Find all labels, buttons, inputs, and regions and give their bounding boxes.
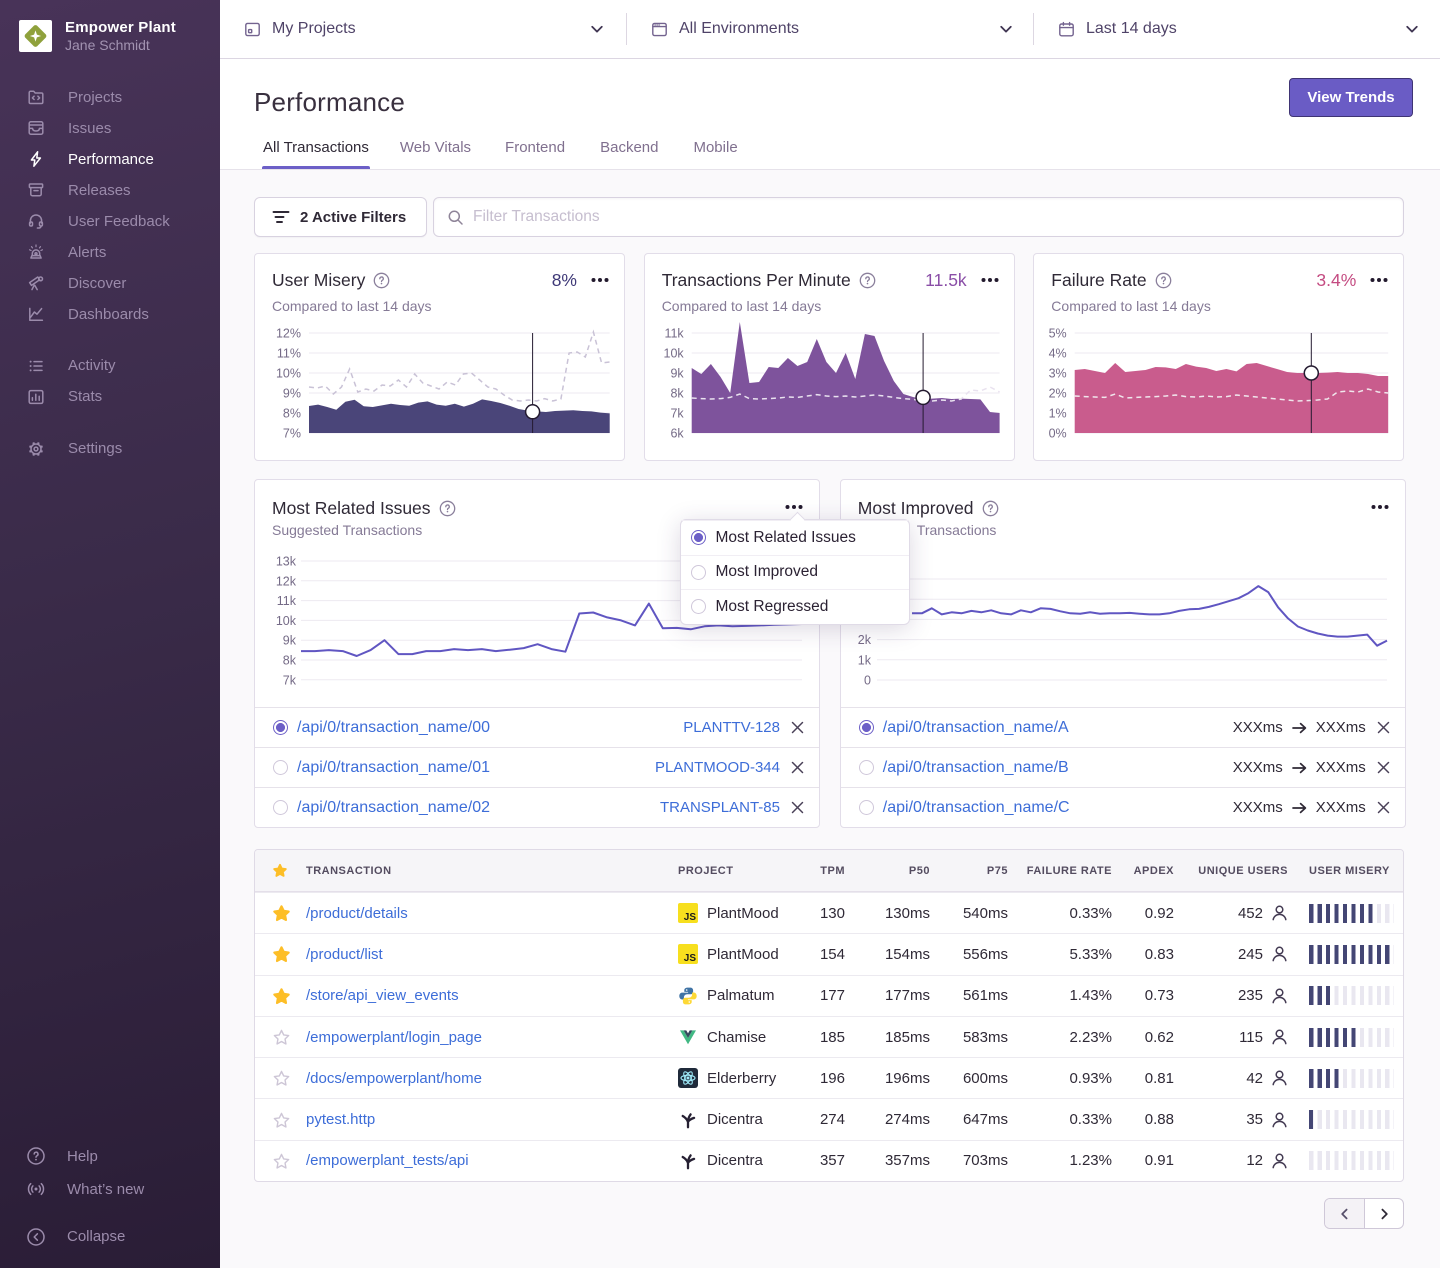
svg-text:3%: 3% [1049,367,1067,381]
svg-text:JS: JS [684,912,697,923]
svg-text:0%: 0% [1049,427,1067,441]
svg-text:1%: 1% [1049,407,1067,421]
svg-text:9k: 9k [283,634,297,648]
svg-text:4%: 4% [1049,347,1067,361]
svg-text:12%: 12% [276,327,301,341]
svg-text:JS: JS [684,953,697,964]
svg-text:8%: 8% [283,407,301,421]
svg-text:5%: 5% [1049,327,1067,341]
svg-text:11k: 11k [664,327,684,341]
svg-text:7%: 7% [283,427,301,441]
svg-text:8k: 8k [670,387,684,401]
svg-text:2%: 2% [1049,387,1067,401]
svg-text:13k: 13k [276,555,297,569]
svg-text:8k: 8k [283,654,297,668]
svg-text:10k: 10k [663,347,684,361]
svg-text:0: 0 [864,674,871,688]
svg-text:1k: 1k [858,653,872,667]
svg-text:11%: 11% [277,347,301,361]
svg-text:11k: 11k [277,594,297,608]
svg-text:12k: 12k [276,574,297,588]
svg-text:7k: 7k [283,673,297,687]
svg-text:9k: 9k [670,367,684,381]
svg-text:7k: 7k [670,407,684,421]
svg-text:10%: 10% [276,367,301,381]
svg-text:10k: 10k [276,614,297,628]
svg-text:2k: 2k [858,633,872,647]
svg-text:9%: 9% [283,387,301,401]
svg-text:6k: 6k [670,427,684,441]
